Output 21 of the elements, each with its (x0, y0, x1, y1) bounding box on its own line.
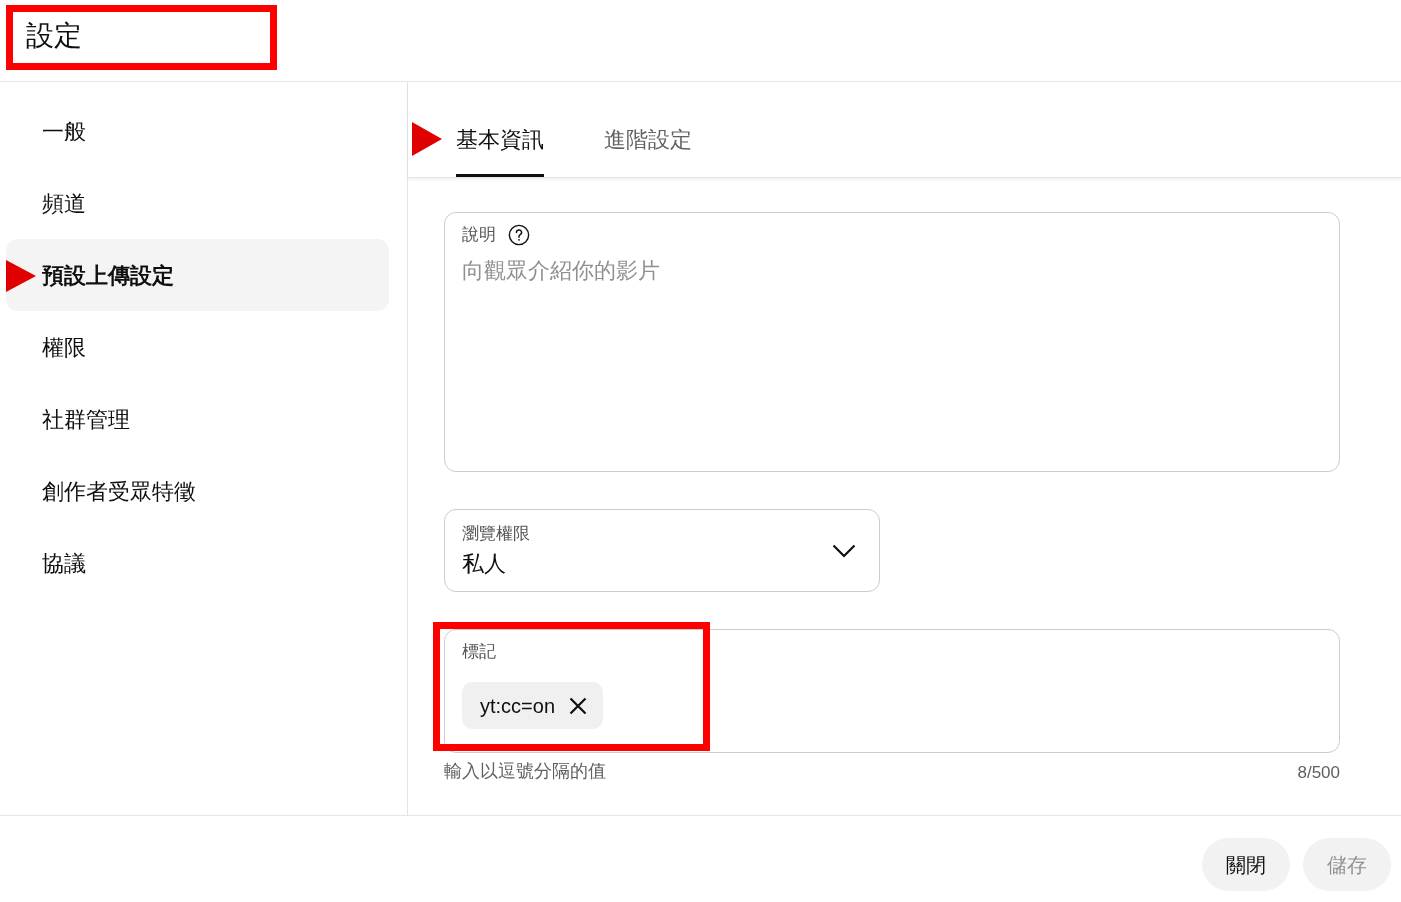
field-label: 瀏覽權限 (462, 522, 530, 545)
field-label: 標記 (462, 641, 496, 663)
helper-text: 輸入以逗號分隔的值 (444, 760, 606, 782)
chevron-down-icon (832, 543, 856, 558)
sidebar-item[interactable]: 頻道 (6, 167, 389, 239)
character-counter: 8/500 (1297, 762, 1340, 784)
visibility-dropdown[interactable]: 瀏覽權限 私人 (444, 509, 880, 592)
page-title: 設定 (26, 19, 82, 53)
help-icon[interactable] (508, 224, 530, 246)
sidebar-item[interactable]: 社群管理 (6, 383, 389, 455)
tab[interactable]: 進階設定 (604, 82, 692, 177)
tag-chip[interactable]: yt:cc=on (462, 682, 604, 729)
tab[interactable]: 基本資訊 (456, 82, 544, 177)
footer-button[interactable]: 關閉 (1202, 838, 1290, 891)
close-icon[interactable] (569, 696, 588, 715)
sidebar-item[interactable]: 權限 (6, 311, 389, 383)
sidebar-item[interactable]: 協議 (6, 527, 389, 599)
field-label: 說明 (462, 224, 496, 246)
sidebar-item[interactable]: 創作者受眾特徵 (6, 455, 389, 527)
sidebar-item[interactable]: 預設上傳設定 (6, 239, 389, 311)
sidebar-item[interactable]: 一般 (6, 95, 389, 167)
